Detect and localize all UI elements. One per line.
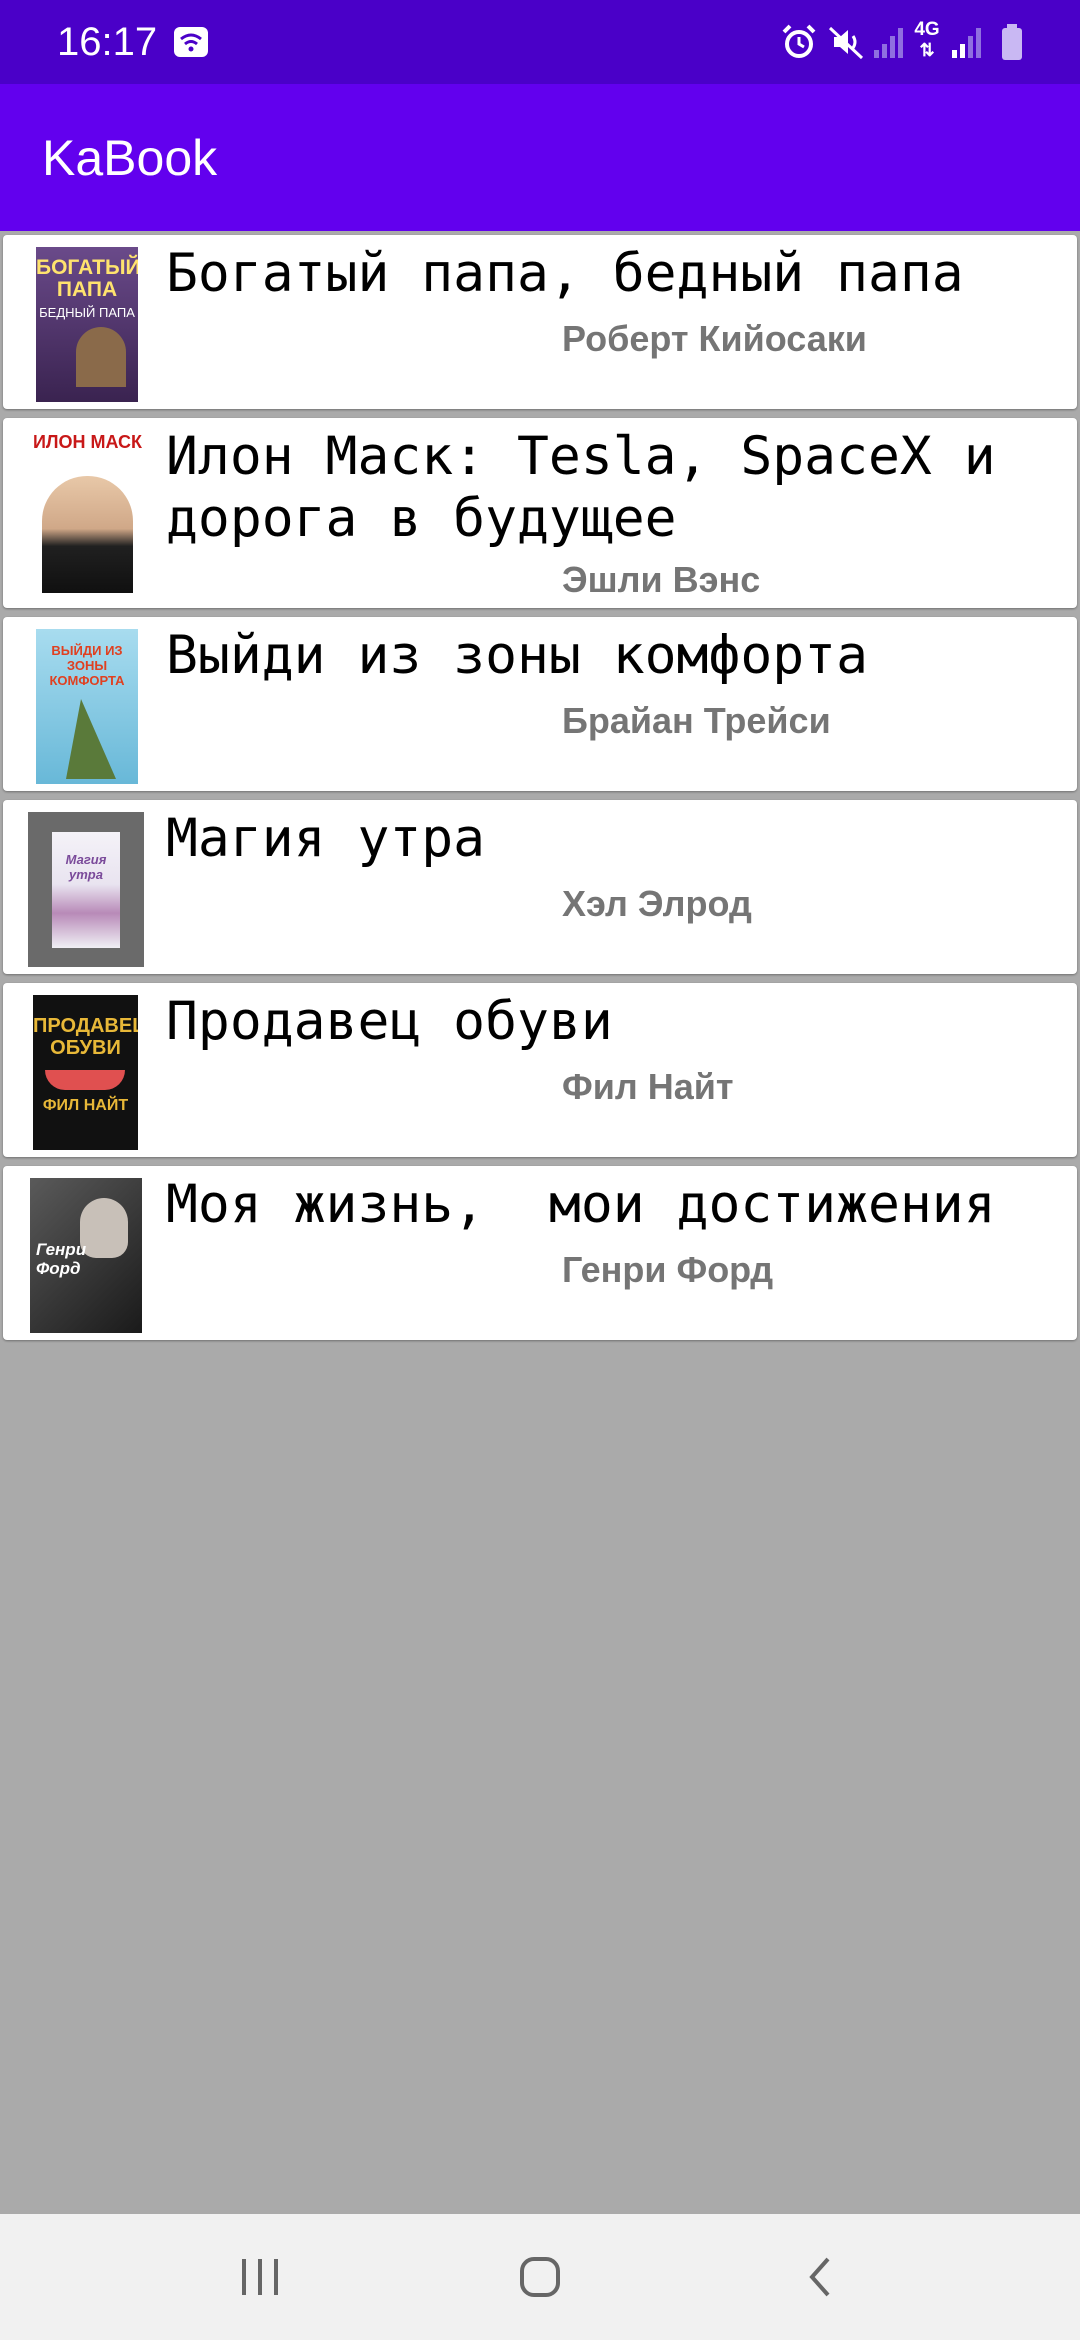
book-list-item[interactable]: ИЛОН МАСК Илон Маск: Tesla, SpaceX и дор… [3, 418, 1077, 608]
battery-icon [1002, 24, 1022, 60]
book-list-item[interactable]: БОГАТЫЙ ПАПА БЕДНЫЙ ПАПА Богатый папа, б… [3, 235, 1077, 409]
signal-icon [952, 28, 981, 58]
navigation-bar [0, 2214, 1080, 2340]
cover-subtitle-text: БЕДНЫЙ ПАПА [39, 305, 135, 320]
book-cover-image: Генри Форд [30, 1178, 142, 1333]
screen: 16:17 4G ⇅ KaBook БОГАТЫЙ ПАПА БЕДНЫЙ ПА… [0, 0, 1080, 2340]
book-title: Продавец обуви [166, 991, 613, 1052]
mute-icon [828, 26, 864, 60]
book-author: Фил Найт [562, 1066, 734, 1107]
book-cover-image: ИЛОН МАСК [32, 428, 143, 593]
book-cover-image: Магия утра [28, 812, 144, 967]
cover-author-text: ФИЛ НАЙТ [42, 1097, 129, 1114]
recent-apps-icon[interactable] [230, 2247, 290, 2307]
cover-swoosh-image [45, 1070, 125, 1090]
book-cover-image: ВЫЙДИ ИЗ ЗОНЫ КОМФОРТА [36, 629, 138, 784]
cover-illustration-image [66, 699, 116, 779]
status-time: 16:17 [57, 20, 158, 64]
cover-portrait-image [76, 327, 126, 387]
cover-title-text: Магия утра [65, 852, 107, 882]
app-bar: KaBook [0, 84, 1080, 231]
book-author: Брайан Трейси [562, 700, 831, 741]
cover-portrait-image [42, 476, 133, 593]
network-label: 4G [914, 19, 940, 40]
book-title: Магия утра [166, 808, 486, 869]
book-cover-image: БОГАТЫЙ ПАПА БЕДНЫЙ ПАПА [36, 247, 138, 402]
cover-title-text: ИЛОН МАСК [32, 432, 143, 452]
book-title: Богатый папа, бедный папа [166, 243, 964, 304]
book-list-item[interactable]: ВЫЙДИ ИЗ ЗОНЫ КОМФОРТА Выйди из зоны ком… [3, 617, 1077, 791]
cover-title-text: ПРОДАВЕЦ ОБУВИ [33, 1015, 138, 1059]
4g-icon: 4G ⇅ [914, 19, 940, 61]
book-author: Эшли Вэнс [562, 559, 761, 600]
book-list-item[interactable]: Магия утра Магия утра Хэл Элрод [3, 800, 1077, 974]
signal-icon [874, 28, 903, 58]
book-list-item[interactable]: ПРОДАВЕЦ ОБУВИ ФИЛ НАЙТ Продавец обуви Ф… [3, 983, 1077, 1157]
cover-title-text: БОГАТЫЙ ПАПА [36, 256, 138, 301]
alarm-icon [782, 24, 816, 58]
app-title: KaBook [42, 130, 218, 186]
book-author: Хэл Элрод [562, 883, 752, 924]
back-icon[interactable] [792, 2247, 852, 2307]
cover-book-face: Магия утра [52, 832, 120, 948]
wifi-icon [174, 27, 208, 57]
book-cover-image: ПРОДАВЕЦ ОБУВИ ФИЛ НАЙТ [33, 995, 138, 1150]
home-icon[interactable] [510, 2247, 570, 2307]
cover-title-text: Генри Форд [36, 1240, 87, 1278]
book-author: Роберт Кийосаки [562, 318, 867, 359]
book-list-item[interactable]: Генри Форд Моя жизнь, мои достижения Ген… [3, 1166, 1077, 1340]
book-title: Выйди из зоны комфорта [166, 625, 868, 686]
book-title: Илон Маск: Tesla, SpaceX и дорога в буду… [166, 426, 1028, 549]
book-title: Моя жизнь, мои достижения [166, 1174, 996, 1235]
cover-title-text: ВЫЙДИ ИЗ ЗОНЫ КОМФОРТА [49, 643, 125, 688]
status-bar: 16:17 4G ⇅ [0, 0, 1080, 84]
book-author: Генри Форд [562, 1249, 774, 1290]
